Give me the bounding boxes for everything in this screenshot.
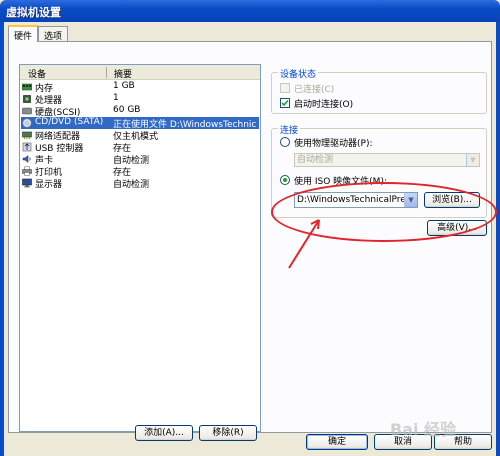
memory-icon [22, 83, 32, 91]
tab-hardware[interactable]: 硬件 [8, 25, 38, 42]
device-summary: 1 GB [113, 81, 135, 91]
device-row-processor[interactable]: 处理器 1 [21, 93, 259, 106]
device-name: 显示器 [35, 180, 63, 190]
network-adapter-icon [22, 131, 32, 139]
cd-dvd-icon [22, 118, 32, 128]
physical-drive-dropdown[interactable]: 自动检测 ▼ [294, 153, 480, 167]
iso-image-radio[interactable] [280, 175, 290, 185]
window-frame-right [496, 22, 500, 456]
connect-on-power-checkbox[interactable] [280, 98, 290, 108]
dialog-client: 硬件 选项 设备 摘要 内存 1 GB 处理器 1 硬盘(SCSI) 60 GB… [4, 22, 497, 456]
device-summary: 60 GB [113, 105, 141, 115]
add-device-button[interactable]: 添加(A)... [135, 425, 193, 441]
chevron-down-icon: ▼ [466, 154, 479, 166]
sound-card-icon [22, 154, 31, 164]
physical-drive-value: 自动检测 [297, 155, 334, 165]
printer-icon [22, 166, 32, 176]
header-device[interactable]: 设备 [28, 67, 46, 80]
device-list[interactable]: 设备 摘要 内存 1 GB 处理器 1 硬盘(SCSI) 60 GB CD/DV… [19, 64, 261, 432]
device-summary: 1 [113, 93, 119, 103]
device-list-header: 设备 摘要 [20, 65, 260, 80]
physical-drive-radio[interactable] [280, 137, 290, 147]
usb-controller-icon [22, 142, 32, 152]
title-bar: 虚拟机设置 [0, 0, 500, 22]
ok-button[interactable]: 确定 [306, 434, 368, 450]
device-row-printer[interactable]: 打印机 存在 [21, 165, 259, 178]
annotation-arrow-icon [288, 219, 320, 269]
hard-disk-icon [22, 107, 32, 115]
physical-drive-label: 使用物理驱动器(P): [294, 139, 373, 149]
checkmark-icon [281, 99, 289, 107]
radio-dot-icon [283, 178, 287, 182]
hardware-panel: 设备 摘要 内存 1 GB 处理器 1 硬盘(SCSI) 60 GB CD/DV… [8, 41, 497, 441]
connected-label: 已连接(C) [294, 85, 335, 95]
device-summary: 自动检测 [113, 180, 150, 190]
tab-hardware-label: 硬件 [14, 32, 33, 42]
device-status-title: 设备状态 [278, 67, 319, 80]
window-title: 虚拟机设置 [6, 6, 61, 19]
connection-title: 连接 [278, 123, 301, 136]
connected-checkbox[interactable] [280, 83, 290, 93]
display-icon [22, 178, 32, 188]
connect-on-power-label: 启动时连接(O) [294, 100, 354, 110]
device-row-hard-disk[interactable]: 硬盘(SCSI) 60 GB [21, 105, 259, 118]
device-status-group: 设备状态 已连接(C) 启动时连接(O) [271, 67, 487, 114]
device-row-sound-card[interactable]: 声卡 自动检测 [21, 153, 259, 166]
header-summary[interactable]: 摘要 [114, 67, 132, 80]
tab-options[interactable]: 选项 [38, 26, 68, 42]
device-row-usb-controller[interactable]: USB 控制器 存在 [21, 141, 259, 154]
device-row-cd-dvd[interactable]: CD/DVD (SATA) 正在使用文件 D:\WindowsTechnical… [21, 117, 259, 130]
device-row-network-adapter[interactable]: 网络适配器 仅主机模式 [21, 129, 259, 142]
baidu-watermark: Bai 经验 [390, 420, 457, 439]
processor-icon [23, 95, 31, 103]
device-name: CD/DVD (SATA) [35, 117, 104, 127]
device-row-display[interactable]: 显示器 自动检测 [21, 177, 259, 190]
header-separator[interactable] [106, 67, 107, 78]
device-row-memory[interactable]: 内存 1 GB [21, 81, 259, 94]
remove-device-button[interactable]: 移除(R) [199, 425, 257, 441]
